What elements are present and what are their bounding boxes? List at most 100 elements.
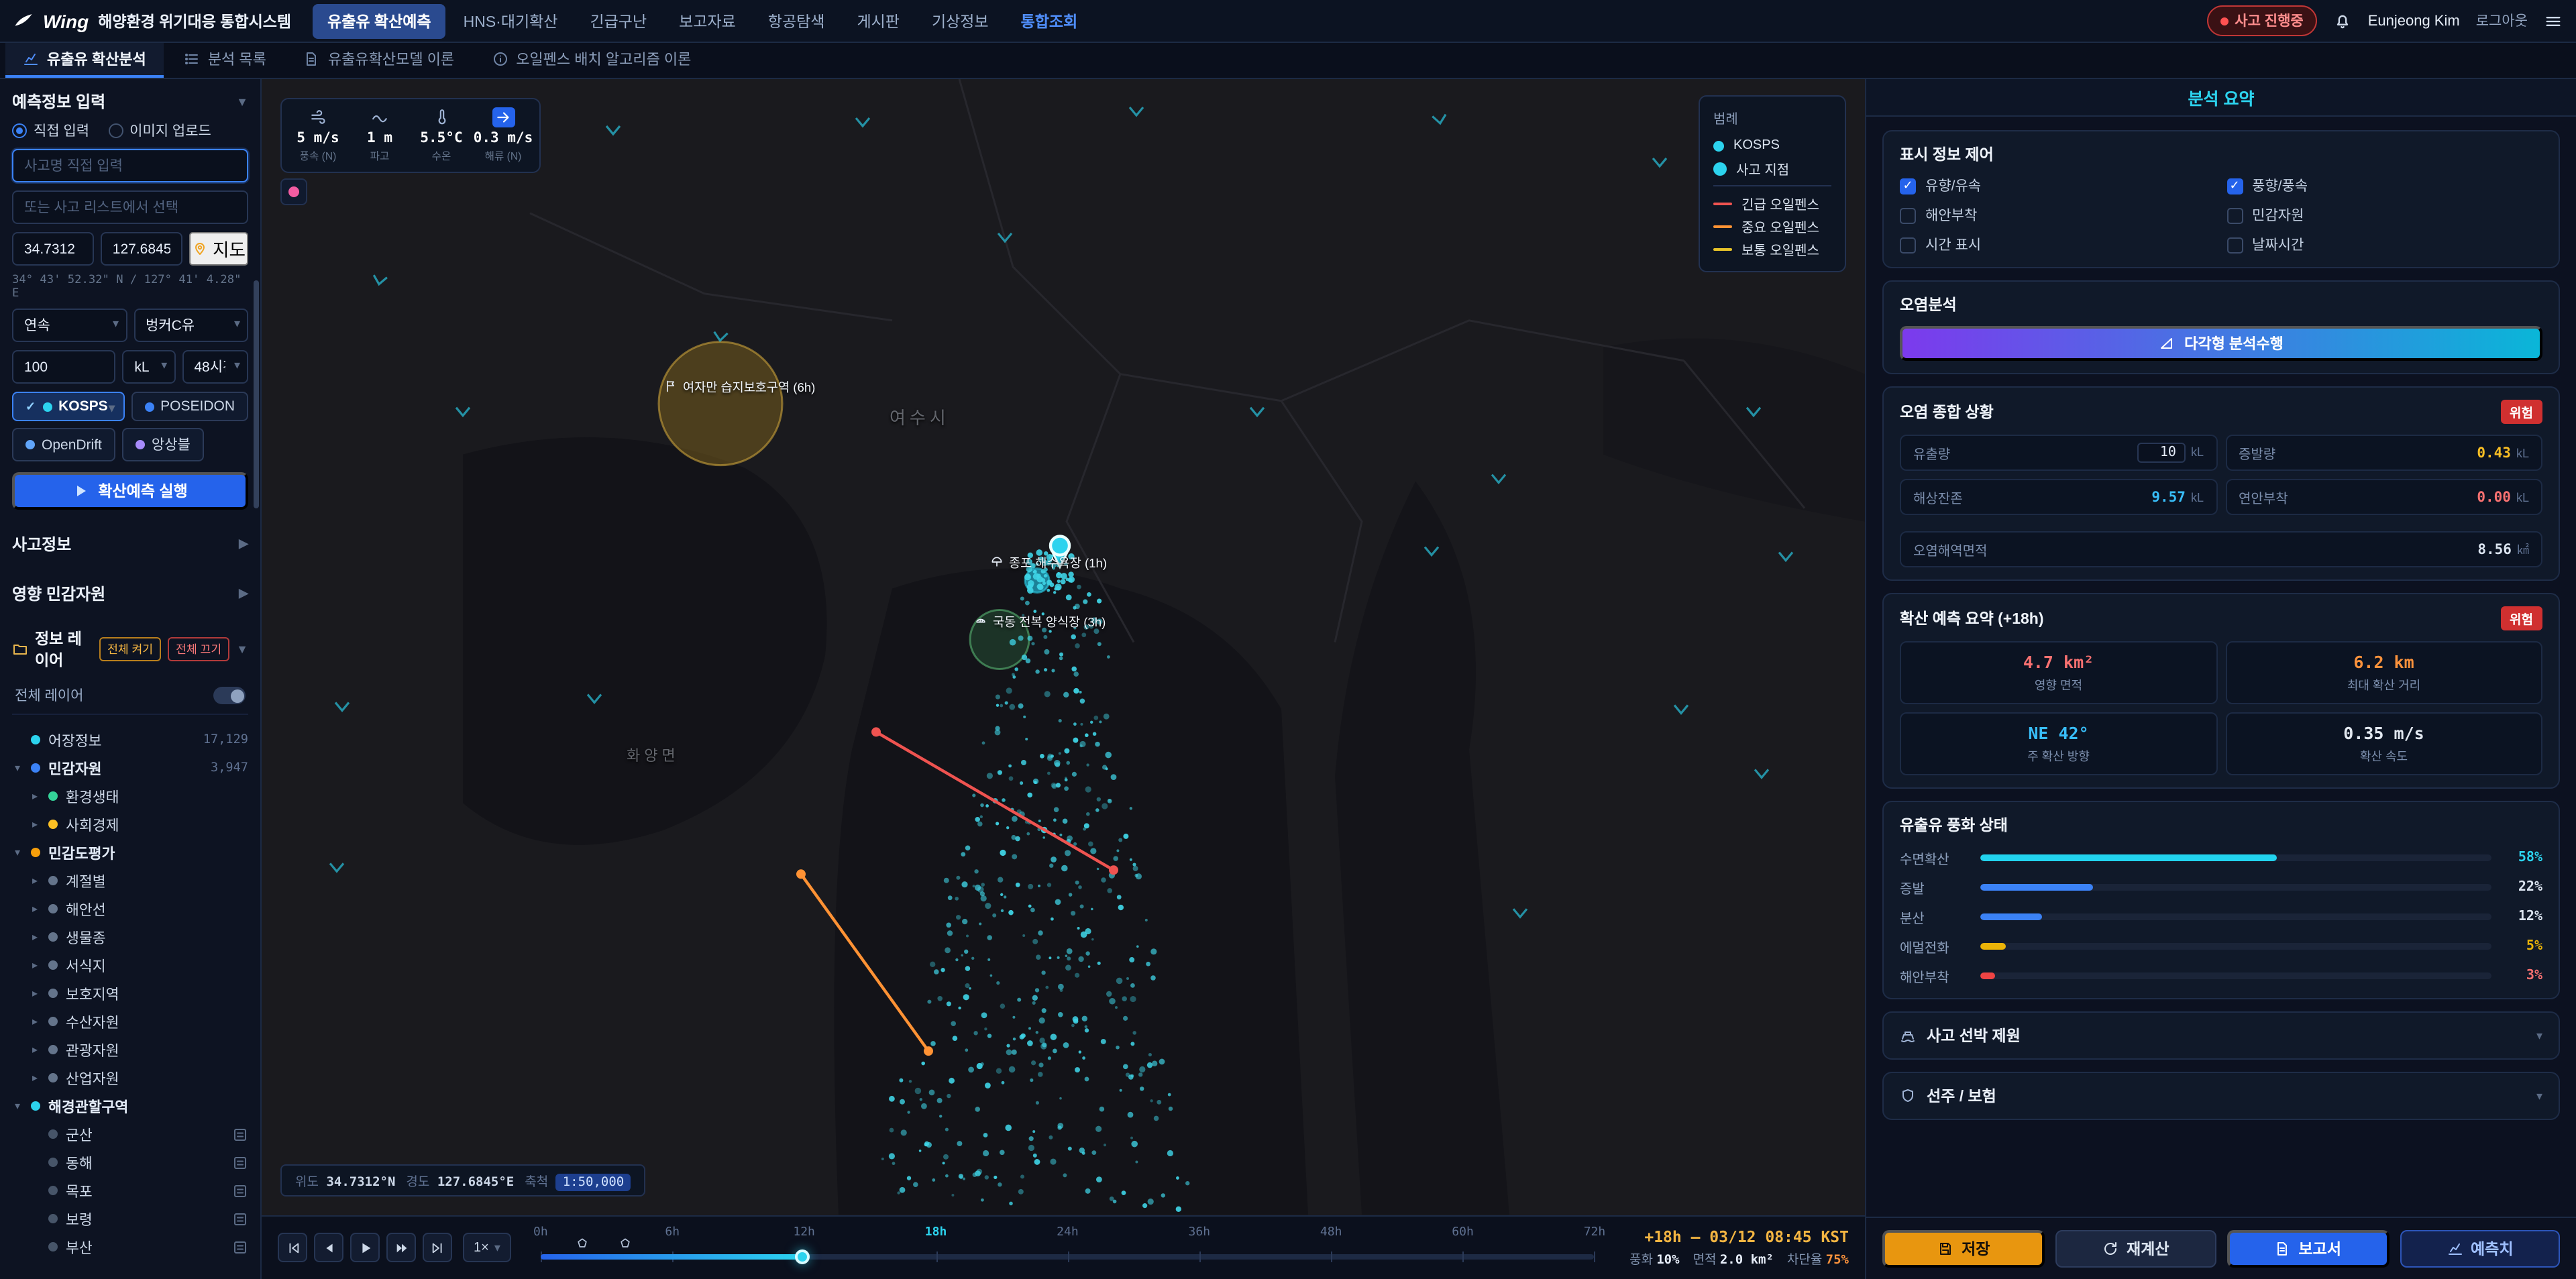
layer-tree-row[interactable]: 목포 <box>12 1176 248 1205</box>
layer-tree-row[interactable]: ▸수산자원 <box>12 1007 248 1036</box>
layer-tree-row[interactable]: 부안 <box>12 1261 248 1268</box>
oil-fence-line[interactable] <box>876 732 1114 870</box>
tab-item[interactable]: 유출유확산모델 이론 <box>286 43 472 78</box>
accident-info-section[interactable]: 사고정보 ▶ <box>12 518 248 559</box>
skip-to-end-button[interactable] <box>423 1233 452 1262</box>
display-option-checkbox[interactable]: ✓유향/유속 <box>1900 176 2216 196</box>
duration-select[interactable] <box>182 350 248 384</box>
forecast-export-button[interactable]: 예측치 <box>2400 1229 2561 1267</box>
layer-tree-row[interactable]: 동해 <box>12 1148 248 1176</box>
accident-list-select[interactable] <box>12 190 248 224</box>
latitude-input[interactable] <box>12 232 94 266</box>
layer-locate-icon[interactable] <box>232 1239 248 1255</box>
layer-tree-row[interactable]: 군산 <box>12 1120 248 1148</box>
oil-fence-line[interactable] <box>801 874 928 1051</box>
accident-name-input[interactable] <box>12 149 248 182</box>
logout-button[interactable]: 로그아웃 <box>2476 11 2528 31</box>
display-option-checkbox[interactable]: 날짜시간 <box>2226 235 2542 255</box>
fast-forward-button[interactable] <box>386 1233 416 1262</box>
time-slider[interactable]: 0h6h12h18h24h36h48h60h72h <box>541 1216 1595 1279</box>
recalculate-button[interactable]: 재계산 <box>2056 1229 2216 1267</box>
spill-type-select[interactable] <box>12 309 127 342</box>
layer-tree-row[interactable]: ▸해안선 <box>12 895 248 923</box>
summary-panel-body: 표시 정보 제어 ✓유향/유속✓풍향/풍속해안부착민감자원시간 표시날짜시간 오… <box>1866 117 2576 1216</box>
layer-locate-icon[interactable] <box>232 1126 248 1142</box>
playback-speed-select[interactable]: 1× ▾ <box>463 1233 511 1262</box>
layer-tree-row[interactable]: ▸관광자원 <box>12 1036 248 1064</box>
spill-amount-input[interactable] <box>12 350 115 384</box>
slider-handle[interactable] <box>795 1249 810 1264</box>
model-chip[interactable]: 앙상블 <box>122 428 204 461</box>
nav-item[interactable]: 유출유 확산예측 <box>313 3 446 38</box>
unit-select[interactable] <box>122 350 175 384</box>
layer-tree-row[interactable]: ▸사회경제 <box>12 810 248 838</box>
slider-bookmark-icon[interactable] <box>619 1236 632 1254</box>
hamburger-menu-icon[interactable] <box>2544 11 2563 30</box>
map-canvas[interactable]: 5 m/s풍속 (N)1 m파고5.5°C수온0.3 m/s해류 (N) 범례K… <box>262 79 1865 1215</box>
skip-to-start-button[interactable] <box>278 1233 307 1262</box>
fence-endpoint[interactable] <box>924 1046 933 1056</box>
layer-locate-icon[interactable] <box>232 1211 248 1227</box>
oil-type-select[interactable] <box>133 309 248 342</box>
owner-insurance-card[interactable]: 선주 / 보험 ▾ <box>1882 1072 2560 1120</box>
map-style-button[interactable] <box>280 178 307 205</box>
display-option-checkbox[interactable]: 해안부착 <box>1900 205 2216 225</box>
layer-tree-row[interactable]: 부산 <box>12 1233 248 1261</box>
layer-tree-row[interactable]: ▾민감자원3,947 <box>12 754 248 782</box>
step-back-button[interactable] <box>314 1233 343 1262</box>
nav-item[interactable]: 기상정보 <box>917 3 1004 38</box>
layer-tree-row[interactable]: ▸환경생태 <box>12 782 248 810</box>
report-button[interactable]: 보고서 <box>2226 1229 2390 1267</box>
sidebar-section-header[interactable]: 예측정보 입력 ▼ <box>12 90 248 113</box>
display-option-checkbox[interactable]: 시간 표시 <box>1900 235 2216 255</box>
layer-tree-row[interactable]: ▸생물종 <box>12 923 248 951</box>
slider-track[interactable] <box>541 1254 1595 1259</box>
master-layer-toggle[interactable] <box>213 687 246 704</box>
tab-item[interactable]: 분석 목록 <box>166 43 284 78</box>
play-button[interactable] <box>350 1233 380 1262</box>
model-chip[interactable]: POSEIDON <box>131 392 248 421</box>
longitude-input[interactable] <box>101 232 182 266</box>
save-button[interactable]: 저장 <box>1882 1229 2045 1267</box>
ship-specs-card[interactable]: 사고 선박 제원 ▾ <box>1882 1011 2560 1060</box>
polygon-analysis-button[interactable]: 다각형 분석수행 <box>1900 326 2542 361</box>
model-chip[interactable]: OpenDrift <box>12 428 115 461</box>
run-prediction-button[interactable]: 확산예측 실행 <box>12 472 248 510</box>
fence-endpoint[interactable] <box>1109 865 1118 875</box>
radio-image-upload[interactable]: 이미지 업로드 <box>108 121 211 141</box>
layer-tree-row[interactable]: ▸계절별 <box>12 867 248 895</box>
layer-tree-row[interactable]: ▸보호지역 <box>12 979 248 1007</box>
fence-endpoint[interactable] <box>871 727 881 736</box>
model-chip[interactable]: ✓KOSPS <box>12 392 124 421</box>
radio-direct-input[interactable]: 직접 입력 <box>12 121 89 141</box>
layer-locate-icon[interactable] <box>232 1267 248 1268</box>
pick-on-map-button[interactable]: 지도 <box>189 232 248 266</box>
layer-locate-icon[interactable] <box>232 1182 248 1199</box>
all-layers-off-button[interactable]: 전체 끄기 <box>168 637 229 661</box>
incident-status-badge[interactable]: 사고 진행중 <box>2206 5 2316 36</box>
nav-item[interactable]: 긴급구난 <box>575 3 661 38</box>
layer-tree-row[interactable]: 보령 <box>12 1205 248 1233</box>
display-option-checkbox[interactable]: 민감자원 <box>2226 205 2542 225</box>
nav-item[interactable]: 게시판 <box>842 3 914 38</box>
layer-tree-row[interactable]: ▾해경관할구역 <box>12 1092 248 1120</box>
layer-tree-row[interactable]: ▸산업자원 <box>12 1064 248 1092</box>
tab-item[interactable]: 오일펜스 배치 알고리즘 이론 <box>474 43 708 78</box>
nav-item[interactable]: HNS·대기확산 <box>449 3 573 38</box>
sidebar-scrollbar[interactable] <box>254 280 259 508</box>
layer-tree-row[interactable]: ▾민감도평가 <box>12 838 248 867</box>
notifications-bell-icon[interactable] <box>2333 11 2352 30</box>
display-option-checkbox[interactable]: ✓풍향/풍속 <box>2226 176 2542 196</box>
slider-bookmark-icon[interactable] <box>576 1236 590 1254</box>
sensitive-impact-section[interactable]: 영향 민감자원 ▶ <box>12 567 248 609</box>
all-layers-on-button[interactable]: 전체 켜기 <box>99 637 161 661</box>
nav-item[interactable]: 항공탐색 <box>753 3 840 38</box>
nav-item[interactable]: 보고자료 <box>664 3 751 38</box>
fence-endpoint[interactable] <box>796 869 806 879</box>
nav-item[interactable]: 통합조회 <box>1006 3 1093 38</box>
layer-tree-row[interactable]: 어장정보17,129 <box>12 726 248 754</box>
tab-item[interactable]: 유출유 확산분석 <box>5 43 164 78</box>
layer-tree-row[interactable]: ▸서식지 <box>12 951 248 979</box>
spill-amount-display[interactable]: 10 <box>2137 443 2186 463</box>
layer-locate-icon[interactable] <box>232 1154 248 1170</box>
